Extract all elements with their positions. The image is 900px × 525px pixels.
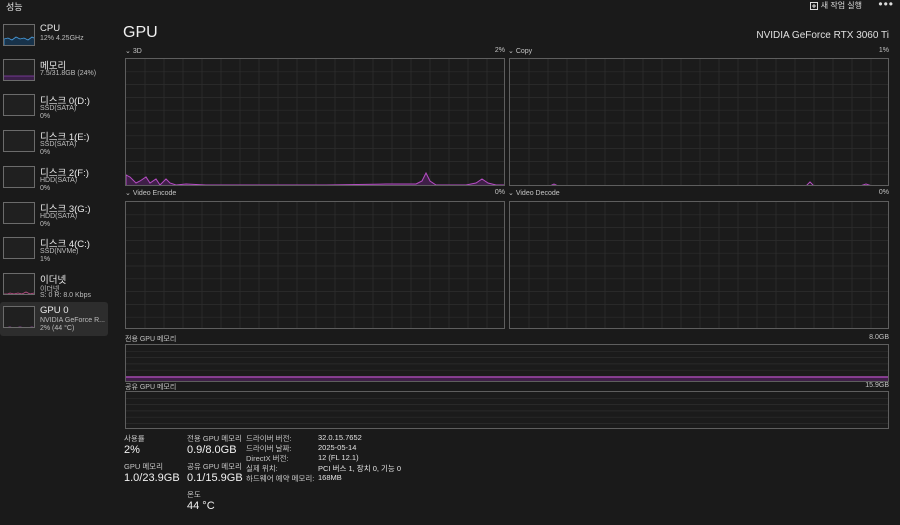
disk-thumbnail — [3, 202, 35, 224]
driver-date-value: 2025-05-14 — [318, 443, 357, 452]
sidebar-item-disk-4[interactable]: 디스크 4(C:) SSD(NVMe) 1% — [0, 233, 108, 269]
shared-memory-max: 15.9GB — [865, 382, 889, 389]
gpu-memory-label: GPU 메모리 — [124, 462, 164, 471]
disk-thumbnail — [3, 166, 35, 188]
dedicated-memory-stat-label: 전용 GPU 메모리 — [187, 434, 242, 443]
shared-memory-stat-value: 0.1/15.9GB — [187, 472, 243, 484]
chart-video-encode — [125, 201, 505, 329]
gpu-model-name: NVIDIA GeForce RTX 3060 Ti — [756, 30, 889, 41]
temperature-value: 44 °C — [187, 500, 215, 512]
chart-3d-graph — [126, 59, 504, 185]
sidebar-item-detail: SSD(NVMe) — [40, 248, 79, 255]
run-new-task-label: 새 작업 실행 — [820, 1, 862, 10]
chart-video-encode-graph — [126, 202, 504, 328]
more-options-button[interactable]: ••• — [878, 0, 894, 11]
sidebar-item-detail: 7.5/31.8GB (24%) — [40, 70, 97, 77]
reserved-memory-key: 하드웨어 예약 메모리: — [246, 474, 315, 483]
sidebar-item-gpu-0[interactable]: GPU 0 NVIDIA GeForce R... 2% (44 °C) — [0, 302, 108, 336]
sidebar-item-disk-0[interactable]: 디스크 0(D:) SSD(SATA) 0% — [0, 90, 108, 126]
sidebar-item-usage: 0% — [40, 185, 51, 192]
memory-thumbnail — [3, 59, 35, 81]
sidebar-item-memory[interactable]: 메모리 7.5/31.8GB (24%) — [0, 55, 108, 91]
reserved-memory-value: 168MB — [318, 473, 342, 482]
sidebar-item-detail: 12% 4.25GHz — [40, 35, 84, 42]
sidebar-item-detail: HDD(SATA) — [40, 213, 78, 220]
chart-video-decode-graph — [510, 202, 888, 328]
chevron-down-icon: ⌄ — [508, 190, 514, 197]
chart-3d-percent: 2% — [494, 47, 505, 54]
gpu-thumbnail — [3, 306, 35, 328]
gpu-memory-value: 1.0/23.9GB — [124, 472, 180, 484]
chart-copy — [509, 58, 889, 186]
sidebar-item-label: CPU — [40, 23, 61, 34]
ethernet-thumbnail — [3, 273, 35, 295]
task-manager-window: 성능 새 작업 실행 ••• CPU 12% 4.25GHz 메모리 7.5/3… — [0, 0, 900, 525]
sidebar-item-usage: 0% — [40, 221, 51, 228]
shared-memory-stat-label: 공유 GPU 메모리 — [187, 462, 242, 471]
run-task-icon — [809, 1, 818, 10]
chart-3d-label[interactable]: ⌄ 3D — [125, 47, 142, 55]
shared-memory-graph — [126, 397, 888, 424]
disk-thumbnail — [3, 237, 35, 259]
dedicated-memory-stat-value: 0.9/8.0GB — [187, 444, 237, 456]
title-bar: 성능 새 작업 실행 ••• — [0, 0, 900, 16]
sidebar-item-usage: 0% — [40, 149, 51, 156]
chevron-down-icon: ⌄ — [125, 48, 131, 55]
sidebar-item-usage: 2% (44 °C) — [40, 325, 75, 332]
sidebar-item-detail: HDD(SATA) — [40, 177, 78, 184]
sidebar: CPU 12% 4.25GHz 메모리 7.5/31.8GB (24%) 디스크… — [0, 20, 110, 525]
shared-memory-chart — [125, 391, 889, 429]
cpu-thumbnail — [3, 24, 35, 46]
page-title: 성능 — [6, 2, 23, 12]
dedicated-memory-max: 8.0GB — [869, 334, 889, 341]
chart-video-decode — [509, 201, 889, 329]
sidebar-item-disk-3[interactable]: 디스크 3(G:) HDD(SATA) 0% — [0, 198, 108, 234]
chart-3d — [125, 58, 505, 186]
gpu-panel: GPU NVIDIA GeForce RTX 3060 Ti ⌄ 3D 2% ⌄… — [123, 20, 893, 525]
chart-copy-label[interactable]: ⌄ Copy — [508, 47, 532, 55]
sidebar-item-disk-1[interactable]: 디스크 1(E:) SSD(SATA) 0% — [0, 126, 108, 162]
sidebar-item-detail: SSD(SATA) — [40, 105, 77, 112]
dedicated-memory-graph — [126, 350, 888, 381]
chart-video-decode-label[interactable]: ⌄ Video Decode — [508, 189, 560, 197]
disk-thumbnail — [3, 130, 35, 152]
sidebar-item-ethernet[interactable]: 이더넷 이더넷 S: 0 R: 8.0 Kbps — [0, 269, 108, 305]
directx-version-value: 12 (FL 12.1) — [318, 453, 359, 462]
disk-thumbnail — [3, 94, 35, 116]
temperature-label: 온도 — [187, 490, 201, 499]
sidebar-item-usage: 0% — [40, 113, 51, 120]
usage-value: 2% — [124, 444, 140, 456]
sidebar-item-usage: S: 0 R: 8.0 Kbps — [40, 292, 91, 299]
sidebar-item-cpu[interactable]: CPU 12% 4.25GHz — [0, 20, 108, 56]
sidebar-item-detail: NVIDIA GeForce R... — [40, 317, 105, 324]
driver-version-value: 32.0.15.7652 — [318, 433, 362, 442]
chevron-down-icon: ⌄ — [508, 48, 514, 55]
chart-video-decode-percent: 0% — [878, 189, 889, 196]
dedicated-memory-label: 전용 GPU 메모리 — [125, 336, 177, 343]
chart-video-encode-percent: 0% — [494, 189, 505, 196]
dedicated-memory-chart — [125, 344, 889, 382]
sidebar-item-label: GPU 0 — [40, 305, 69, 316]
gpu-heading: GPU — [123, 24, 158, 41]
usage-label: 사용률 — [124, 434, 145, 443]
chevron-down-icon: ⌄ — [125, 190, 131, 197]
chart-copy-graph — [510, 59, 888, 185]
sidebar-item-disk-2[interactable]: 디스크 2(F:) HDD(SATA) 0% — [0, 162, 108, 198]
sidebar-item-detail: SSD(SATA) — [40, 141, 77, 148]
sidebar-item-usage: 1% — [40, 256, 51, 263]
chart-video-encode-label[interactable]: ⌄ Video Encode — [125, 189, 176, 197]
chart-copy-percent: 1% — [878, 47, 889, 54]
run-new-task-button[interactable]: 새 작업 실행 — [809, 0, 862, 11]
